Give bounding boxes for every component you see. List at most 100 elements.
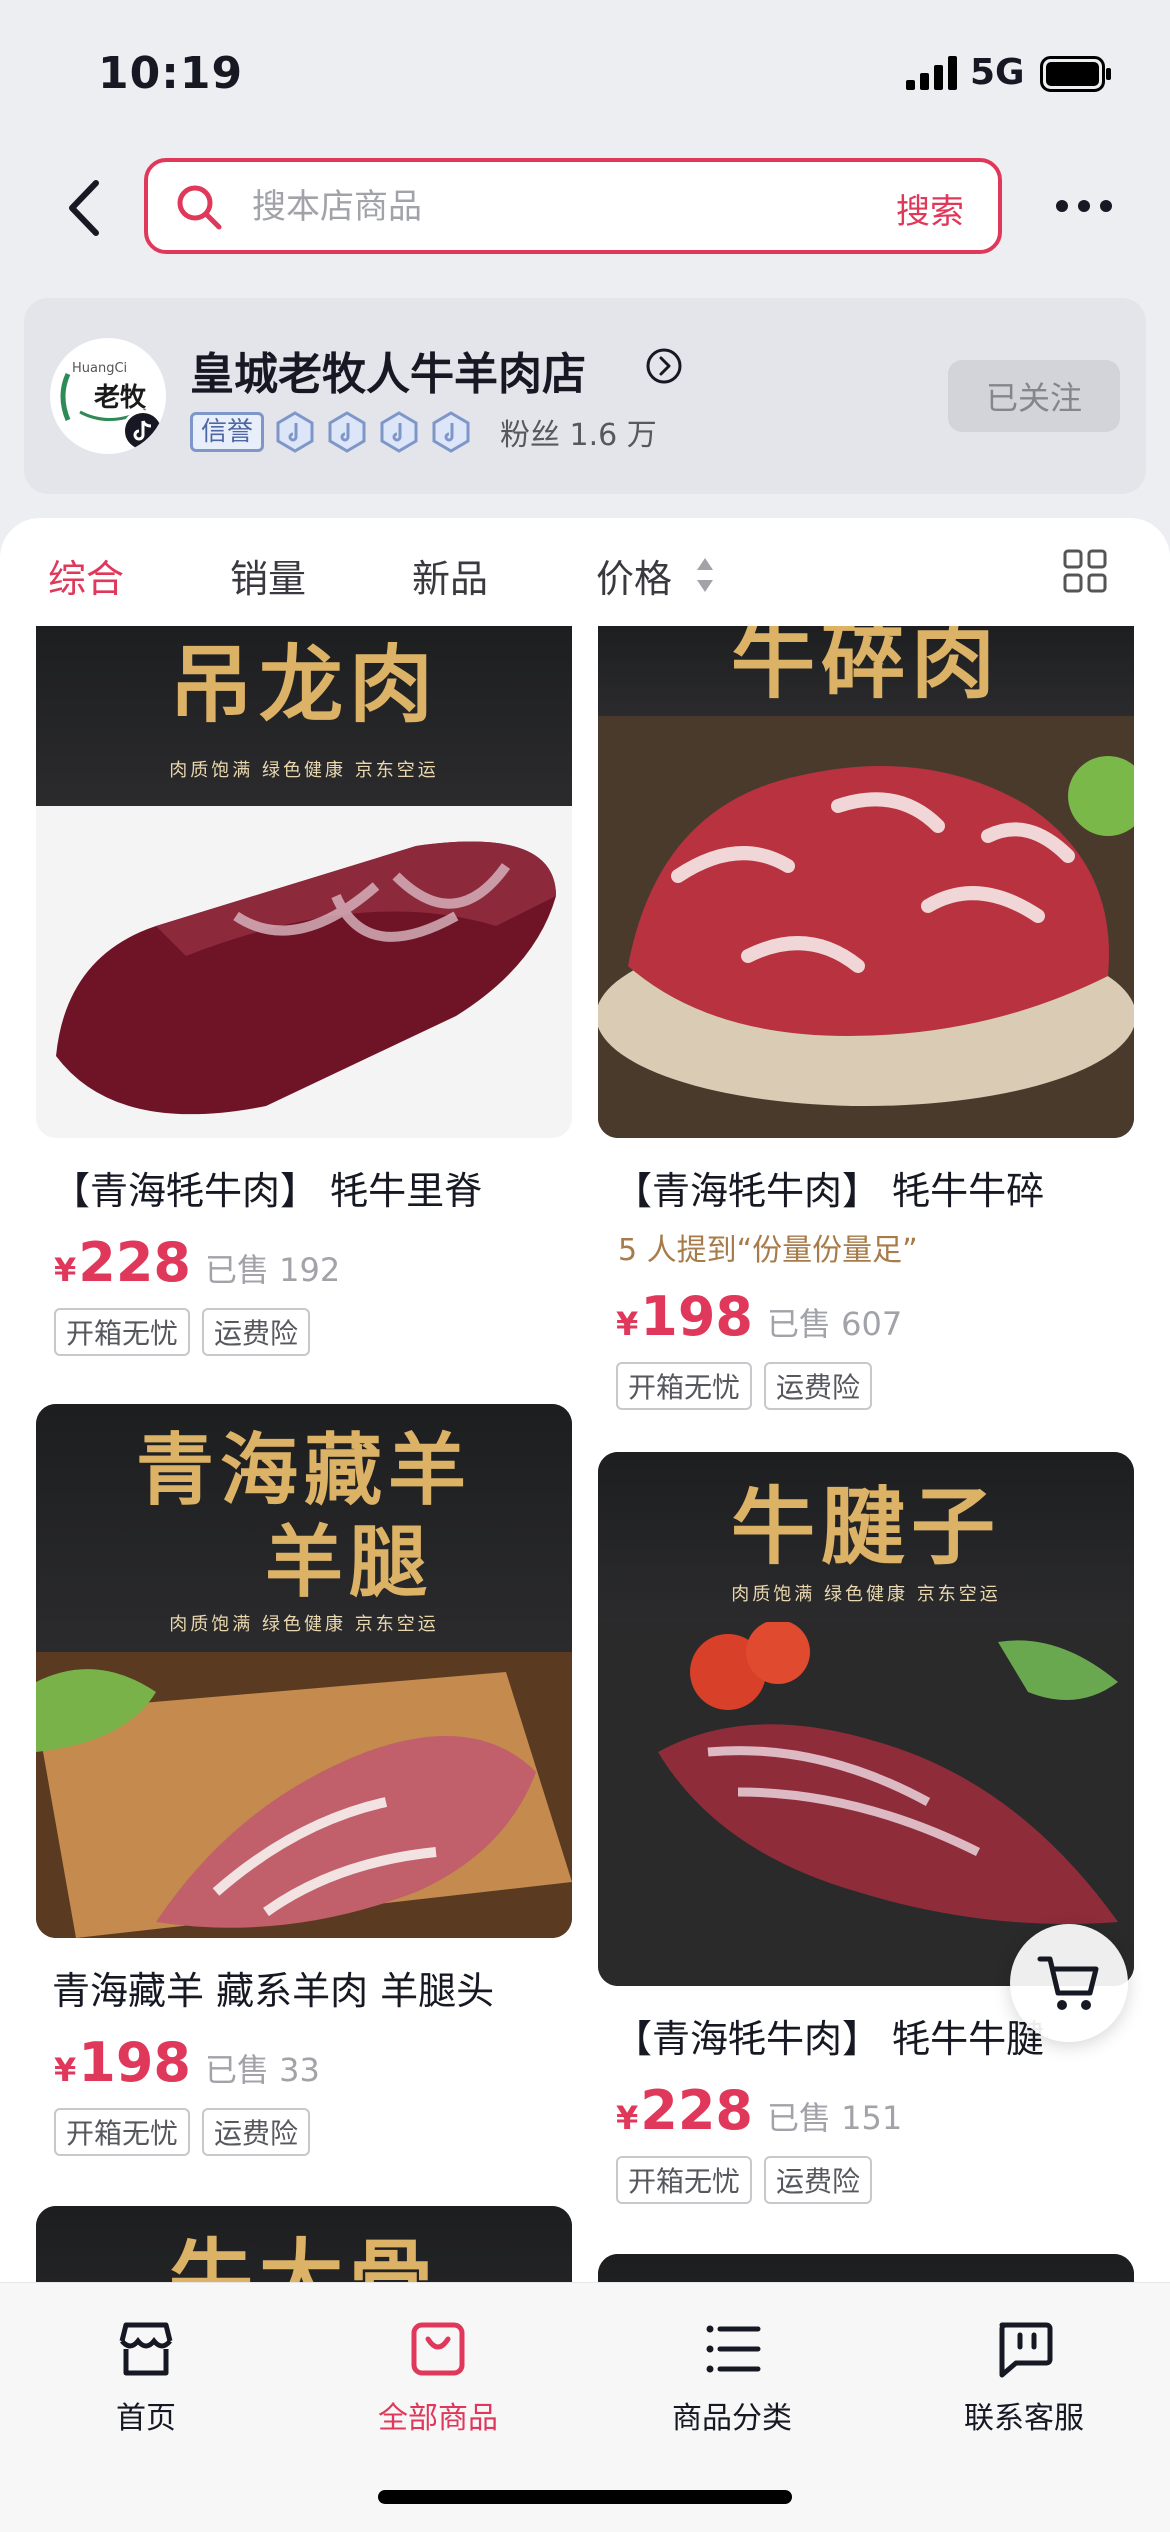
price-row: ¥ 228 已售 151 — [598, 2079, 1134, 2142]
meat-picture — [56, 841, 556, 1115]
badge-worry-free: 开箱无忧 — [616, 1362, 753, 1410]
logo-small-text: HuangCi — [72, 361, 127, 376]
tab-home[interactable]: 首页 — [36, 2315, 256, 2437]
product-banner: 青海藏羊 羊腿 肉质饱满 绿色健康 京东空运 — [36, 1404, 572, 1652]
sold-count: 已售 607 — [767, 1305, 903, 1343]
service-badges: 开箱无忧 运费险 — [36, 2108, 572, 2156]
more-icon-dot — [1078, 200, 1090, 212]
search-input[interactable] — [252, 180, 772, 234]
back-icon — [69, 180, 99, 236]
more-icon-dot — [1100, 200, 1112, 212]
product-banner: 牛碎肉 — [598, 626, 1134, 716]
tab-categories[interactable]: 商品分类 — [622, 2315, 842, 2437]
banner-title: 牛碎肉 — [730, 626, 1001, 710]
currency-symbol: ¥ — [54, 2051, 77, 2089]
store-card[interactable]: HuangCi 老牧 皇城老牧人牛羊肉店 信誉 粉丝 1.6 万 已关注 — [24, 298, 1146, 494]
product-card[interactable]: 牛腱子 肉质饱满 绿色健康 京东空运 【青海牦牛肉】 牦牛牛腱 ¥ 228 已售… — [598, 1452, 1134, 2204]
currency-symbol: ¥ — [616, 2099, 639, 2137]
banner-title: 牛腿肉 — [598, 2260, 1134, 2282]
sold-count: 已售 192 — [205, 1251, 341, 1289]
cart-icon — [1037, 1956, 1099, 2010]
network-label: 5G — [970, 52, 1025, 93]
search-bar[interactable]: 搜索 — [144, 158, 1002, 254]
home-indicator — [378, 2490, 792, 2504]
product-card[interactable]: 牛大骨 — [36, 2206, 572, 2282]
store-icon — [119, 2322, 173, 2376]
chevron-right-circle-icon[interactable] — [644, 346, 684, 386]
tab-all-products[interactable]: 全部商品 — [328, 2315, 548, 2437]
store-avatar[interactable]: HuangCi 老牧 — [50, 338, 166, 454]
douyin-badge-icon — [122, 410, 164, 452]
badge-shipping-insurance: 运费险 — [202, 2108, 311, 2156]
cart-button[interactable] — [1010, 1924, 1128, 2042]
status-bar: 10:19 5G — [0, 0, 1170, 145]
sort-icon[interactable] — [694, 554, 716, 596]
product-title[interactable]: 【青海牦牛肉】 牦牛牛碎 — [598, 1160, 1134, 1215]
filter-price[interactable]: 价格 — [596, 548, 672, 603]
product-price: 198 — [640, 1285, 753, 1348]
product-image[interactable]: 青海藏羊 羊腿 肉质饱满 绿色健康 京东空运 — [36, 1404, 572, 1938]
credit-level-icon — [328, 411, 366, 453]
product-image[interactable]: 吊龙肉 肉质饱满 绿色健康 京东空运 — [36, 626, 572, 1138]
grid-icon[interactable] — [1062, 548, 1108, 594]
banner-subtitle: 肉质饱满 绿色健康 京东空运 — [169, 1614, 439, 1635]
search-icon — [177, 185, 222, 230]
currency-symbol: ¥ — [54, 1251, 77, 1289]
banner-title: 牛腱子 — [730, 1477, 1001, 1576]
product-banner: 牛腿肉 — [598, 2254, 1134, 2282]
product-image[interactable]: 牛腿肉 — [598, 2254, 1134, 2282]
banner-subtitle: 肉质饱满 绿色健康 京东空运 — [731, 1584, 1001, 1605]
chat-icon — [999, 2322, 1053, 2378]
product-price: 228 — [78, 1231, 191, 1294]
badge-worry-free: 开箱无忧 — [616, 2156, 753, 2204]
back-button[interactable] — [48, 168, 120, 248]
meat-picture — [598, 716, 1134, 1138]
product-image[interactable]: 牛大骨 — [36, 2206, 572, 2282]
product-image[interactable]: 牛腱子 肉质饱满 绿色健康 京东空运 — [598, 1452, 1134, 1986]
tab-service[interactable]: 联系客服 — [914, 2315, 1134, 2437]
product-title[interactable]: 【青海牦牛肉】 牦牛里脊 — [36, 1160, 572, 1215]
product-card[interactable]: 牛腿肉 — [598, 2254, 1134, 2282]
product-price: 198 — [78, 2031, 191, 2094]
badge-shipping-insurance: 运费险 — [764, 1362, 873, 1410]
list-icon — [706, 2325, 761, 2373]
price-row: ¥ 228 已售 192 — [36, 1231, 572, 1294]
credit-level-icon — [276, 411, 314, 453]
credit-level-icon — [432, 411, 470, 453]
credit-badge: 信誉 — [190, 412, 265, 452]
signal-icon — [906, 56, 957, 90]
filter-bar: 综合 销量 新品 价格 — [0, 518, 1170, 628]
banner-title: 吊龙肉 — [168, 635, 439, 734]
product-price: 228 — [640, 2079, 753, 2142]
filter-new[interactable]: 新品 — [412, 548, 488, 603]
service-badges: 开箱无忧 运费险 — [598, 1362, 1134, 1410]
badge-shipping-insurance: 运费险 — [202, 1308, 311, 1356]
sold-count: 已售 33 — [205, 2051, 320, 2089]
credit-level-icon — [380, 411, 418, 453]
product-grid: 吊龙肉 肉质饱满 绿色健康 京东空运 【青海牦牛肉】 牦牛里脊 ¥ 228 已售… — [0, 626, 1170, 2282]
follow-button[interactable]: 已关注 — [948, 360, 1120, 432]
product-banner: 牛大骨 — [36, 2206, 572, 2282]
search-button[interactable]: 搜索 — [896, 184, 964, 233]
filter-comprehensive[interactable]: 综合 — [48, 548, 124, 603]
service-badges: 开箱无忧 运费险 — [36, 1308, 572, 1356]
fans-count: 粉丝 1.6 万 — [500, 418, 657, 453]
tab-service-label: 联系客服 — [964, 2401, 1084, 2436]
service-badges: 开箱无忧 运费险 — [598, 2156, 1134, 2204]
tab-all-products-label: 全部商品 — [378, 2401, 498, 2436]
filter-sales[interactable]: 销量 — [230, 548, 306, 603]
price-row: ¥ 198 已售 607 — [598, 1285, 1134, 1348]
product-card[interactable]: 青海藏羊 羊腿 肉质饱满 绿色健康 京东空运 青海藏羊 藏系羊肉 羊腿头 ¥ 1… — [36, 1404, 572, 2156]
more-button[interactable] — [1050, 186, 1118, 226]
tab-categories-label: 商品分类 — [672, 2401, 792, 2436]
product-title[interactable]: 青海藏羊 藏系羊肉 羊腿头 — [36, 1960, 572, 2015]
status-time: 10:19 — [98, 48, 244, 99]
store-name[interactable]: 皇城老牧人牛羊肉店 — [190, 338, 586, 402]
logo-text: 老牧 — [94, 383, 147, 413]
more-icon — [1056, 200, 1068, 212]
product-card[interactable]: 牛碎肉 【青海牦牛肉】 牦牛牛碎 5 人提到“份量份量足” ¥ 198 已售 6… — [598, 626, 1134, 1410]
product-image[interactable]: 牛碎肉 — [598, 626, 1134, 1138]
product-card[interactable]: 吊龙肉 肉质饱满 绿色健康 京东空运 【青海牦牛肉】 牦牛里脊 ¥ 228 已售… — [36, 626, 572, 1356]
badge-worry-free: 开箱无忧 — [54, 1308, 191, 1356]
review-note: 5 人提到“份量份量足” — [618, 1233, 918, 1268]
